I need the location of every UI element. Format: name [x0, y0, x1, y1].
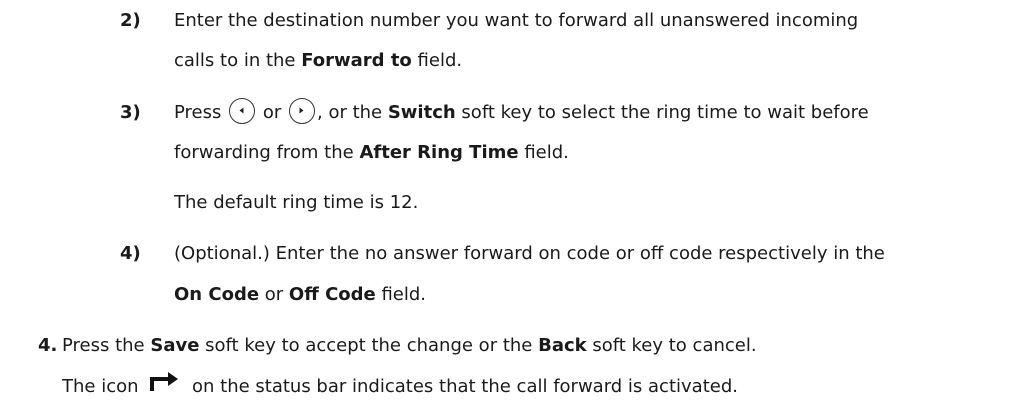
step-3-number: 3) — [120, 102, 141, 123]
save-soft-key-label: Save — [150, 335, 200, 356]
step-4-sub-number: 4) — [120, 243, 141, 264]
call-forward-icon — [150, 371, 180, 399]
icon-intro-text: The icon — [62, 376, 139, 397]
step-3-line-1-end: soft key to select the ring time to wait… — [455, 102, 869, 123]
forward-to-field-label: Forward to — [301, 50, 412, 71]
or-connector: or — [259, 284, 289, 305]
step-4-sub-line-2-end: field. — [375, 284, 427, 305]
step-3-line-2-end: field. — [518, 142, 569, 163]
on-code-field-label: On Code — [174, 284, 260, 305]
switch-soft-key-label: Switch — [387, 102, 456, 123]
step-3-line-2-text: forwarding from the — [174, 142, 360, 163]
back-soft-key-label: Back — [538, 335, 587, 356]
press-text: Press — [174, 102, 222, 123]
step-3-line-1: Press or , or the Switch soft key to sel… — [174, 98, 869, 126]
step-2-line-1: Enter the destination number you want to… — [174, 10, 859, 31]
step-4-end-text: soft key to cancel. — [586, 335, 757, 356]
step-3-note: The default ring time is 12. — [174, 192, 419, 213]
icon-explanation-text: on the status bar indicates that the cal… — [192, 376, 738, 397]
step-3-line-2: forwarding from the After Ring Time fiel… — [174, 140, 569, 166]
after-ring-time-field-label: After Ring Time — [359, 142, 519, 163]
step-4-number: 4. — [38, 335, 58, 356]
step-3-mid-text: , or the — [317, 102, 388, 123]
off-code-field-label: Off Code — [288, 284, 376, 305]
step-2-text: calls to in the — [174, 50, 302, 71]
right-arrow-key-icon — [289, 98, 315, 124]
left-arrow-key-icon — [229, 98, 256, 124]
or-text: or — [262, 102, 282, 123]
step-2-number: 2) — [120, 10, 141, 31]
step-4-sub-line-2: On Code or Off Code field. — [174, 282, 426, 308]
step-4-text: Press the — [62, 335, 151, 356]
step-4-mid-text: soft key to accept the change or the — [199, 335, 539, 356]
status-icon-line: The icon on the status bar indicates tha… — [62, 371, 738, 401]
step-2-text-end: field. — [411, 50, 463, 71]
step-4-sub-line-1: (Optional.) Enter the no answer forward … — [174, 243, 885, 264]
step-4-line-1: Press the Save soft key to accept the ch… — [62, 333, 757, 359]
step-2-line-2: calls to in the Forward to field. — [174, 48, 462, 74]
